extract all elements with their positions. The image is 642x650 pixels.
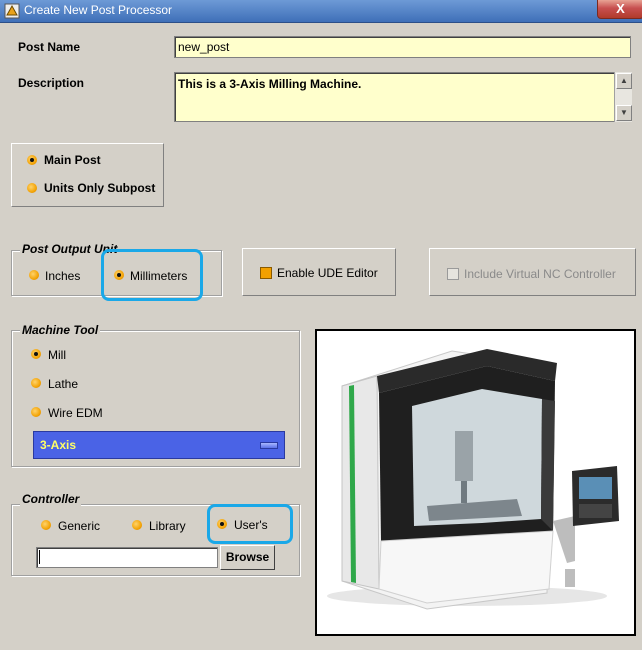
ude-editor-checkbox[interactable] [260,267,272,279]
post-name-value: new_post [178,40,230,54]
wire-edm-radio[interactable] [31,407,41,417]
post-name-label: Post Name [18,40,81,54]
units-only-subpost-radio[interactable] [27,183,37,193]
controller-title: Controller [20,492,82,506]
library-label: Library [149,519,186,533]
generic-radio[interactable] [41,520,51,530]
library-radio[interactable] [132,520,142,530]
close-button[interactable]: X [597,0,642,19]
description-scrollbar[interactable]: ▲ ▼ [614,72,632,122]
users-label: User's [234,518,268,532]
virtual-nc-label: Include Virtual NC Controller [464,267,616,281]
cnc-machine-illustration [327,349,619,610]
dropdown-indicator-icon [260,442,278,449]
machine-preview-image [315,329,636,636]
main-post-radio[interactable] [27,155,37,165]
post-name-input[interactable]: new_post [174,36,631,58]
inches-label: Inches [45,269,81,283]
generic-label: Generic [58,519,101,533]
scroll-up-icon[interactable]: ▲ [616,73,632,89]
units-only-subpost-label: Units Only Subpost [44,181,156,195]
users-radio[interactable] [217,519,227,529]
window-title: Create New Post Processor [24,3,173,17]
controller-path-input[interactable] [36,547,218,568]
text-cursor [39,550,40,564]
description-label: Description [18,76,85,90]
app-icon [4,3,20,19]
scroll-down-icon[interactable]: ▼ [616,105,632,121]
lathe-label: Lathe [48,377,79,391]
post-type-group: Main Post Units Only Subpost [11,143,164,207]
mill-label: Mill [48,348,66,362]
description-value: This is a 3-Axis Milling Machine. [178,77,362,91]
ude-editor-label: Enable UDE Editor [277,266,378,280]
virtual-nc-checkbox[interactable] [447,268,459,280]
mill-radio[interactable] [31,349,41,359]
lathe-radio[interactable] [31,378,41,388]
wire-edm-label: Wire EDM [48,406,103,420]
axis-dropdown-value: 3-Axis [40,438,77,452]
close-icon: X [616,1,625,16]
title-bar: Create New Post Processor [0,0,642,23]
inches-radio[interactable] [29,270,39,280]
virtual-nc-box: Include Virtual NC Controller [429,248,636,296]
machine-tool-title: Machine Tool [20,323,101,337]
main-post-label: Main Post [44,153,101,167]
description-textarea[interactable]: This is a 3-Axis Milling Machine. [174,72,615,122]
axis-dropdown[interactable]: 3-Axis [33,431,285,459]
browse-button[interactable]: Browse [220,545,275,570]
millimeters-radio[interactable] [114,270,124,280]
millimeters-label: Millimeters [130,269,188,283]
ude-editor-box: Enable UDE Editor [242,248,396,296]
